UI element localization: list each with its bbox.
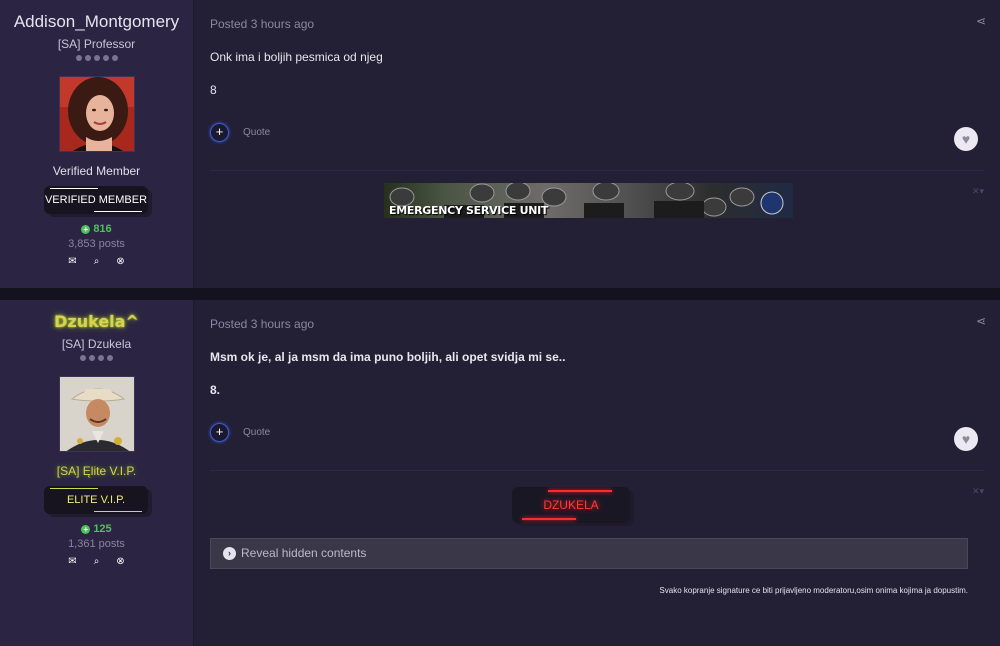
author-name[interactable]: Dzukela^ bbox=[0, 312, 193, 331]
post-meta[interactable]: Posted 3 hours ago bbox=[210, 17, 314, 31]
content-line: Msm ok je, al ja msm da ima puno boljih,… bbox=[210, 350, 566, 364]
search-icon[interactable]: ⌕ bbox=[92, 256, 102, 267]
content-line: 8 bbox=[210, 83, 217, 97]
close-signature-icon[interactable]: ✕▾ bbox=[972, 186, 984, 197]
rank-pips bbox=[0, 355, 193, 361]
post-body: Posted 3 hours ago ⋖ Onk ima i boljih pe… bbox=[194, 0, 1000, 288]
reputation-plus-icon: + bbox=[81, 224, 91, 234]
content-line: Onk ima i boljih pesmica od njeg bbox=[210, 50, 383, 64]
share-icon[interactable]: ⋖ bbox=[976, 314, 986, 328]
avatar[interactable] bbox=[59, 376, 135, 452]
ignore-icon[interactable]: ⊗ bbox=[116, 556, 126, 567]
post-meta[interactable]: Posted 3 hours ago bbox=[210, 317, 314, 331]
reputation-plus-icon: + bbox=[81, 524, 91, 534]
signature-divider bbox=[210, 170, 984, 171]
chevron-right-icon: › bbox=[223, 547, 236, 560]
post-actions: + Quote bbox=[210, 423, 270, 442]
member-group: [SA] Ęlite V.I.P. bbox=[56, 464, 137, 478]
post-2: Dzukela^ [SA] Dzukela [SA] Ęlite V.I.P. … bbox=[0, 300, 1000, 646]
avatar[interactable] bbox=[59, 76, 135, 152]
rank-pips bbox=[0, 55, 193, 61]
author-panel: Dzukela^ [SA] Dzukela [SA] Ęlite V.I.P. … bbox=[0, 300, 194, 646]
post-count: 1,361 posts bbox=[68, 538, 125, 550]
post-count: 3,853 posts bbox=[68, 238, 125, 250]
multiquote-button[interactable]: + bbox=[210, 123, 229, 142]
group-badge: VERIFIED MEMBER bbox=[44, 186, 148, 214]
signature-note: Svako kopranje signature ce biti prijavl… bbox=[659, 586, 968, 595]
post-actions: + Quote bbox=[210, 123, 270, 142]
reveal-label: Reveal hidden contents bbox=[241, 546, 367, 560]
author-panel: Addison_Montgomery [SA] Professor Verifi… bbox=[0, 0, 194, 288]
banner-text: EMERGENCY SERVICE UNIT bbox=[389, 204, 549, 217]
post-content: Onk ima i boljih pesmica od njeg 8 bbox=[210, 49, 383, 115]
like-heart-icon[interactable]: ♥ bbox=[954, 427, 978, 451]
signature-text: DZUKELA bbox=[543, 498, 599, 512]
mail-icon[interactable]: ✉ bbox=[68, 556, 78, 567]
close-signature-icon[interactable]: ✕▾ bbox=[972, 486, 984, 497]
quote-button[interactable]: Quote bbox=[243, 127, 270, 138]
like-heart-icon[interactable]: ♥ bbox=[954, 127, 978, 151]
quote-button[interactable]: Quote bbox=[243, 427, 270, 438]
post-body: Posted 3 hours ago ⋖ Msm ok je, al ja ms… bbox=[194, 300, 1000, 646]
reputation: +125 bbox=[0, 523, 193, 535]
group-badge: ELITE V.I.P. bbox=[44, 486, 148, 514]
author-name[interactable]: Addison_Montgomery bbox=[0, 12, 193, 32]
search-icon[interactable]: ⌕ bbox=[92, 556, 102, 567]
signature-divider bbox=[210, 470, 984, 471]
share-icon[interactable]: ⋖ bbox=[976, 14, 986, 28]
multiquote-button[interactable]: + bbox=[210, 423, 229, 442]
content-line: 8. bbox=[210, 383, 221, 397]
author-actions: ✉ ⌕ ⊗ bbox=[0, 556, 193, 567]
post-content: Msm ok je, al ja msm da ima puno boljih,… bbox=[210, 349, 565, 415]
mail-icon[interactable]: ✉ bbox=[68, 256, 78, 267]
member-group: Verified Member bbox=[52, 164, 141, 178]
post-1: Addison_Montgomery [SA] Professor Verifi… bbox=[0, 0, 1000, 288]
reveal-hidden-button[interactable]: › Reveal hidden contents bbox=[210, 538, 968, 569]
reputation: +816 bbox=[0, 223, 193, 235]
ignore-icon[interactable]: ⊗ bbox=[116, 256, 126, 267]
author-actions: ✉ ⌕ ⊗ bbox=[0, 256, 193, 267]
author-title: [SA] Dzukela bbox=[61, 337, 132, 351]
author-title: [SA] Professor bbox=[57, 37, 136, 51]
signature-logo: DZUKELA bbox=[512, 487, 630, 523]
signature-banner: EMERGENCY SERVICE UNIT bbox=[384, 183, 793, 218]
